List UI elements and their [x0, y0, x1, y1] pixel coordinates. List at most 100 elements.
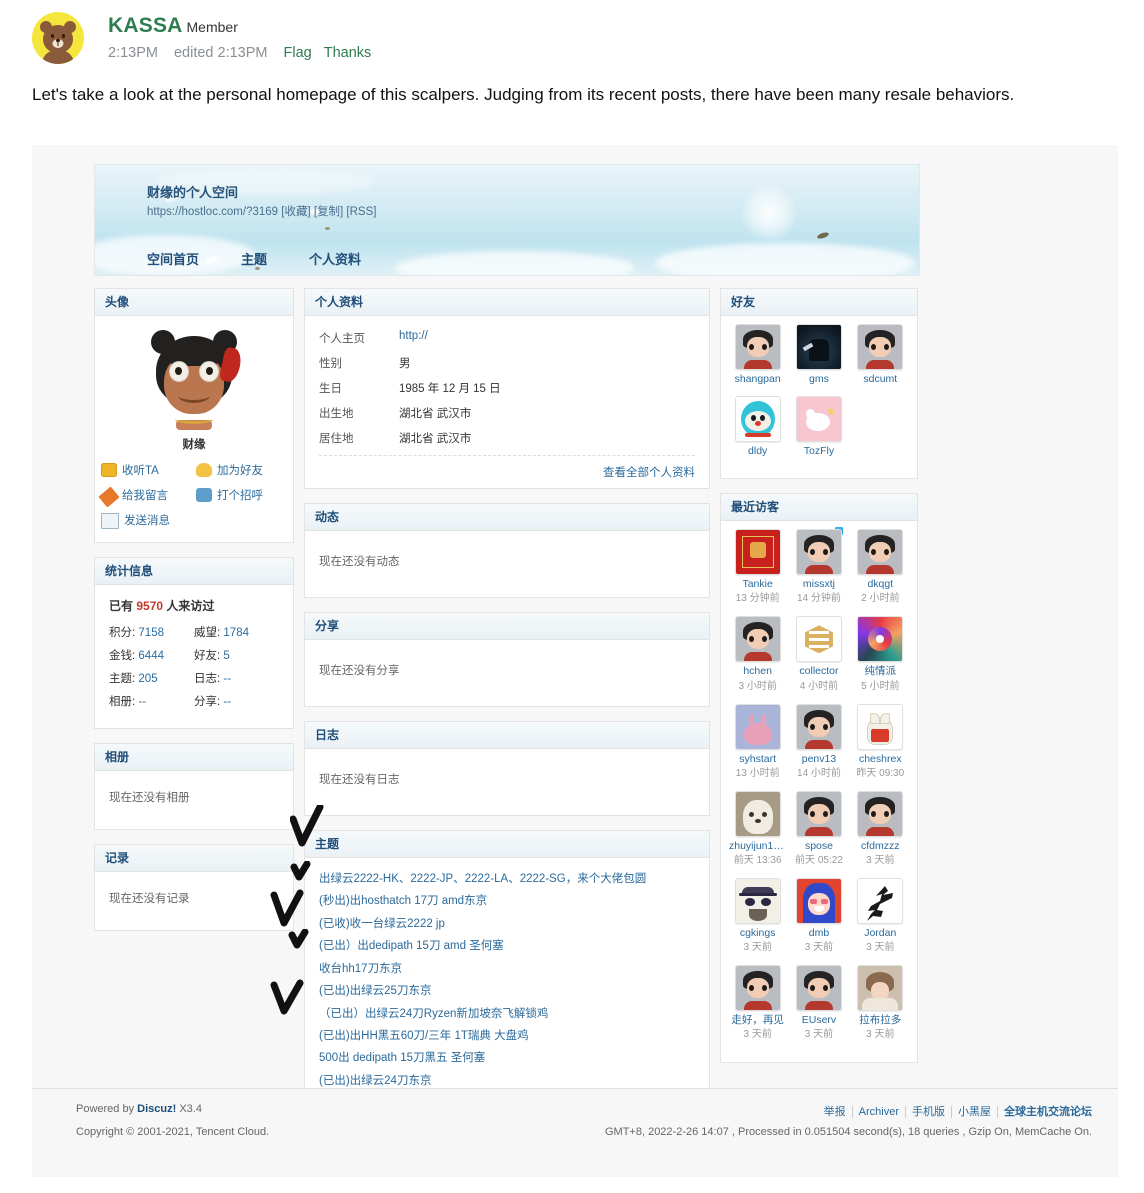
nav-item-home[interactable]: 空间首页 [147, 252, 199, 267]
visitor-avatar[interactable] [734, 790, 781, 837]
avatar[interactable] [32, 12, 84, 64]
visitor-name[interactable]: missxtj [788, 578, 849, 591]
visitor-item[interactable]: cheshrex 昨天 09:30 [850, 703, 911, 781]
visitor-item[interactable]: penv13 14 小时前 [788, 703, 849, 781]
visitor-item[interactable]: 走好，再见 3 天前 [727, 964, 788, 1042]
visitor-name[interactable]: spose [788, 840, 849, 853]
friend-name[interactable]: TozFly [788, 445, 849, 458]
post-username[interactable]: KASSA [108, 14, 183, 38]
visitor-name[interactable]: 纯情派 [850, 665, 911, 678]
action-listen[interactable]: 收听TA [101, 462, 196, 478]
visitor-item[interactable]: syhstart 13 小时前 [727, 703, 788, 781]
visitor-name[interactable]: Tankie [727, 578, 788, 591]
visitor-name[interactable]: hchen [727, 665, 788, 678]
visitor-item[interactable]: cfdmzzz 3 天前 [850, 790, 911, 868]
visitor-name[interactable]: cheshrex [850, 753, 911, 766]
visitor-name[interactable]: collector [788, 665, 849, 678]
footer-link-blackhouse[interactable]: 小黑屋 [952, 1106, 998, 1118]
visitor-name[interactable]: Jordan [850, 927, 911, 940]
topic-item[interactable]: （已出）出绿云24刀Ryzen新加坡奈飞解锁鸡 [319, 1003, 695, 1025]
friend-avatar[interactable] [795, 396, 842, 443]
visitor-avatar[interactable] [795, 877, 842, 924]
visitor-avatar[interactable] [734, 529, 781, 576]
action-greet[interactable]: 打个招呼 [196, 485, 291, 504]
visitor-item[interactable]: hchen 3 小时前 [727, 616, 788, 693]
visitor-name[interactable]: cgkings [727, 927, 788, 940]
visitor-avatar[interactable] [857, 877, 904, 924]
visitor-item[interactable]: Tankie 13 分钟前 [727, 529, 788, 606]
topic-item[interactable]: 500出 dedipath 15刀黑五 圣何塞 [319, 1047, 695, 1069]
visitor-item[interactable]: dkqgt 2 小时前 [850, 529, 911, 606]
action-send-message[interactable]: 发送消息 [101, 511, 196, 529]
visitor-name[interactable]: dkqgt [850, 578, 911, 591]
view-all-profile-link[interactable]: 查看全部个人资料 [319, 464, 695, 480]
visitor-item[interactable]: Jordan 3 天前 [850, 877, 911, 955]
visitor-name[interactable]: EUserv [788, 1014, 849, 1027]
visitor-item[interactable]: 纯情派 5 小时前 [850, 616, 911, 693]
friend-item[interactable]: sdcumt [850, 324, 911, 386]
topic-item[interactable]: (已出)出HH黑五60刀/三年 1T瑞典 大盘鸡 [319, 1025, 695, 1047]
visitor-avatar[interactable] [795, 703, 842, 750]
visitor-time: 13 小时前 [735, 767, 780, 779]
visitor-avatar[interactable] [734, 877, 781, 924]
visitor-avatar[interactable] [795, 529, 842, 576]
nav-item-topics[interactable]: 主题 [241, 252, 267, 267]
space-url[interactable]: https://hostloc.com/?3169 [收藏] [复制] [RSS… [147, 203, 376, 219]
visitor-avatar[interactable] [857, 964, 904, 1011]
visitor-item[interactable]: EUserv 3 天前 [788, 964, 849, 1042]
friend-avatar[interactable] [734, 396, 781, 443]
friend-name[interactable]: sdcumt [850, 373, 911, 386]
nav-item-profile[interactable]: 个人资料 [309, 252, 361, 267]
visitor-item[interactable]: dmb 3 天前 [788, 877, 849, 955]
visitor-item[interactable]: spose 前天 05:22 [788, 790, 849, 868]
visitor-avatar[interactable] [795, 790, 842, 837]
visitor-item[interactable]: 拉布拉多 3 天前 [850, 964, 911, 1042]
friend-item[interactable]: shangpan [727, 324, 788, 386]
friend-item[interactable]: dldy [727, 396, 788, 458]
visitor-item[interactable]: missxtj 14 分钟前 [788, 527, 849, 606]
profile-avatar-image[interactable] [142, 328, 246, 432]
topic-item[interactable]: (已出)出绿云25刀东京 [319, 980, 695, 1002]
visitor-name[interactable]: cfdmzzz [850, 840, 911, 853]
friend-name[interactable]: dldy [727, 445, 788, 458]
visitor-avatar[interactable] [734, 964, 781, 1011]
topic-item[interactable]: (已出）出dedipath 15刀 amd 圣何塞 [319, 935, 695, 957]
footer-link-report[interactable]: 举报 [817, 1106, 853, 1118]
friend-item[interactable]: TozFly [788, 396, 849, 458]
action-add-friend[interactable]: 加为好友 [196, 462, 291, 478]
flag-link[interactable]: Flag [284, 45, 312, 61]
footer-link-mobile[interactable]: 手机版 [906, 1106, 952, 1118]
action-leave-message[interactable]: 给我留言 [98, 485, 196, 508]
friend-avatar[interactable] [795, 324, 842, 370]
visitor-item[interactable]: cgkings 3 天前 [727, 877, 788, 955]
visitor-item[interactable]: zhuyijun15... 前天 13:36 [727, 790, 788, 868]
friend-name[interactable]: gms [788, 373, 849, 386]
friend-avatar[interactable] [734, 324, 781, 370]
visitor-avatar[interactable] [795, 616, 842, 663]
discuz-brand[interactable]: Discuz! [137, 1103, 176, 1115]
topic-item[interactable]: (已收)收一台绿云2222 jp [319, 913, 695, 935]
visitor-avatar[interactable] [857, 703, 904, 750]
topic-item[interactable]: (秒出)出hosthatch 17刀 amd东京 [319, 890, 695, 912]
footer-link-forum[interactable]: 全球主机交流论坛 [998, 1106, 1092, 1118]
visitor-avatar[interactable] [734, 616, 781, 663]
visitor-name[interactable]: dmb [788, 927, 849, 940]
visitor-name[interactable]: zhuyijun15... [727, 840, 788, 853]
friend-avatar[interactable] [857, 324, 904, 370]
visitor-avatar[interactable] [857, 529, 904, 576]
visitor-item[interactable]: collector 4 小时前 [788, 616, 849, 693]
visitor-name[interactable]: syhstart [727, 753, 788, 766]
visitor-avatar[interactable] [857, 616, 904, 663]
visitor-avatar[interactable] [734, 703, 781, 750]
friend-item[interactable]: gms [788, 324, 849, 386]
visitor-avatar[interactable] [795, 964, 842, 1011]
visitor-name[interactable]: 走好，再见 [727, 1014, 788, 1027]
visitor-name[interactable]: penv13 [788, 753, 849, 766]
topic-item[interactable]: 收台hh17刀东京 [319, 958, 695, 980]
thanks-link[interactable]: Thanks [324, 45, 372, 61]
footer-link-archiver[interactable]: Archiver [852, 1106, 906, 1118]
visitor-name[interactable]: 拉布拉多 [850, 1014, 911, 1027]
friend-name[interactable]: shangpan [727, 373, 788, 386]
topic-item[interactable]: 出绿云2222-HK、2222-JP、2222-LA、2222-SG，来个大佬包… [319, 868, 695, 890]
visitor-avatar[interactable] [857, 790, 904, 837]
